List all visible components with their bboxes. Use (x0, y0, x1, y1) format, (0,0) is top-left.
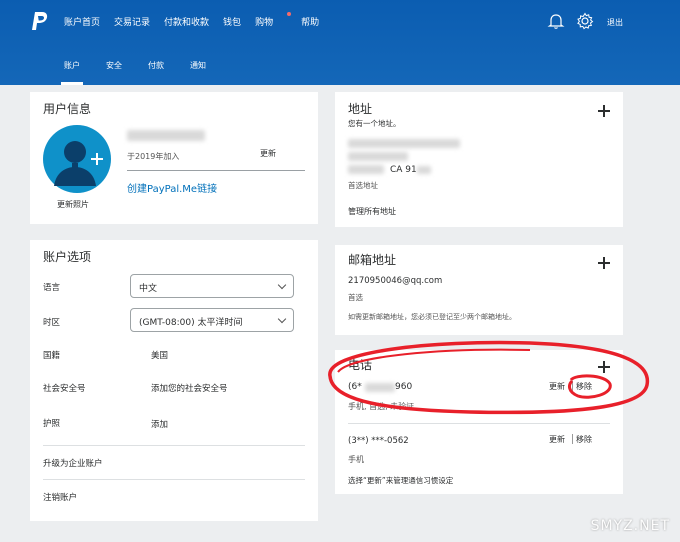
phone2-update-link[interactable]: 更新 (549, 434, 565, 445)
timezone-label: 时区 (43, 318, 61, 328)
gear-icon[interactable] (576, 12, 594, 30)
address-count: 您有一个地址。 (348, 119, 401, 128)
main-nav: 账户首页 交易记录 付款和收款 钱包 购物 帮助 (64, 12, 333, 28)
divider (348, 423, 610, 424)
notification-dot (287, 12, 292, 16)
timezone-value: (GMT-08:00) 太平洋时间 (139, 318, 243, 328)
add-email-icon[interactable] (598, 257, 610, 269)
tab-payments[interactable]: 付款 (148, 60, 164, 71)
site-watermark: SMYZ.NET (590, 518, 670, 534)
chevron-down-icon (277, 280, 287, 290)
language-label: 语言 (43, 283, 61, 293)
country-label: 国籍 (43, 351, 61, 361)
nav-help[interactable]: 帮助 (301, 15, 319, 28)
redacted-username (127, 130, 205, 141)
address-card: 地址 您有一个地址。 CA 91 首选地址 管理所有地址 (335, 92, 623, 227)
add-phone-icon[interactable] (598, 361, 610, 373)
account-options-card: 账户选项 语言 中文 时区 (GMT-08:00) 太平洋时间 国籍 美国 社会… (30, 240, 318, 521)
email-primary-label: 首选 (348, 293, 363, 302)
create-paypal-me-link[interactable]: 创建PayPal.Me链接 (127, 180, 217, 195)
chevron-down-icon (277, 314, 287, 324)
email-note: 如需更新邮箱地址，您必须已登记至少两个邮箱地址。 (348, 313, 516, 321)
nav-send-receive[interactable]: 付款和收款 (164, 15, 209, 28)
address-partial: CA 91 (390, 165, 417, 175)
phone-title: 电话 (348, 358, 373, 372)
email-value: 2170950046@qq.com (348, 276, 443, 286)
close-account-link[interactable]: 注销账户 (43, 491, 77, 503)
divider (43, 479, 305, 480)
phone2-remove-link[interactable]: 移除 (576, 434, 592, 445)
phone1-prefix: (6* (348, 382, 362, 392)
language-value: 中文 (139, 284, 158, 294)
divider (127, 170, 305, 171)
add-ssn-link[interactable]: 添加您的社会安全号 (151, 382, 228, 394)
timezone-select[interactable]: (GMT-08:00) 太平洋时间 (130, 308, 294, 332)
redacted-address-line2 (348, 152, 408, 161)
user-info-card: 用户信息 更新照片 于2019年加入 更新 创建PayPal.Me链接 (30, 92, 318, 224)
email-card: 邮箱地址 2170950046@qq.com 首选 如需更新邮箱地址，您必须已登… (335, 245, 623, 335)
nav-shopping-label: 购物 (255, 18, 274, 28)
manage-addresses-link[interactable]: 管理所有地址 (348, 206, 396, 217)
nav-account-home[interactable]: 账户首页 (64, 15, 100, 28)
phone1-meta: 手机, 首选, 未验证 (348, 402, 415, 411)
bell-icon[interactable] (547, 12, 565, 30)
address-title: 地址 (348, 102, 373, 116)
phone-card: 电话 (6* 960 手机, 首选, 未验证 更新 移除 (3**) ***-0… (335, 350, 623, 494)
phone1-update-link[interactable]: 更新 (549, 381, 565, 392)
update-photo-link[interactable]: 更新照片 (57, 199, 89, 210)
paypal-logo-icon[interactable] (30, 10, 50, 34)
divider (43, 445, 305, 446)
user-info-title: 用户信息 (43, 102, 92, 116)
redacted-address-zip (417, 166, 431, 174)
phone1-suffix: 960 (395, 382, 413, 392)
phone2-meta: 手机 (348, 455, 364, 464)
redacted-address-line3 (348, 165, 384, 174)
language-select[interactable]: 中文 (130, 274, 294, 298)
top-navigation-bar: 账户首页 交易记录 付款和收款 钱包 购物 帮助 退出 账户 安全 付款 通知 (0, 0, 680, 85)
upgrade-business-link[interactable]: 升级为企业账户 (43, 457, 103, 469)
phone-note: 选择“更新”来管理通信习惯设定 (348, 476, 454, 485)
update-user-link[interactable]: 更新 (260, 148, 276, 159)
sub-navigation: 账户 安全 付款 通知 (61, 60, 232, 85)
country-value: 美国 (151, 351, 169, 361)
tab-account[interactable]: 账户 (61, 60, 83, 85)
primary-address-label: 首选地址 (348, 181, 378, 190)
logout-link[interactable]: 退出 (607, 17, 623, 28)
ssn-label: 社会安全号 (43, 384, 86, 394)
account-options-title: 账户选项 (43, 250, 92, 264)
phone2-number: (3**) ***-0562 (348, 436, 409, 446)
tab-notifications[interactable]: 通知 (190, 60, 206, 71)
email-title: 邮箱地址 (348, 253, 397, 267)
separator (572, 381, 573, 391)
add-address-icon[interactable] (598, 105, 610, 117)
redacted-phone-number (365, 383, 395, 392)
passport-label: 护照 (43, 419, 61, 429)
joined-date: 于2019年加入 (127, 152, 180, 161)
nav-transactions[interactable]: 交易记录 (114, 15, 150, 28)
redacted-address-line1 (348, 139, 460, 148)
phone1-remove-link[interactable]: 移除 (576, 381, 592, 392)
nav-wallet[interactable]: 钱包 (223, 15, 241, 28)
separator (572, 434, 573, 444)
nav-shopping[interactable]: 购物 (255, 12, 292, 28)
add-passport-link[interactable]: 添加 (151, 418, 168, 430)
add-photo-icon[interactable] (91, 153, 103, 165)
tab-security[interactable]: 安全 (106, 60, 122, 71)
